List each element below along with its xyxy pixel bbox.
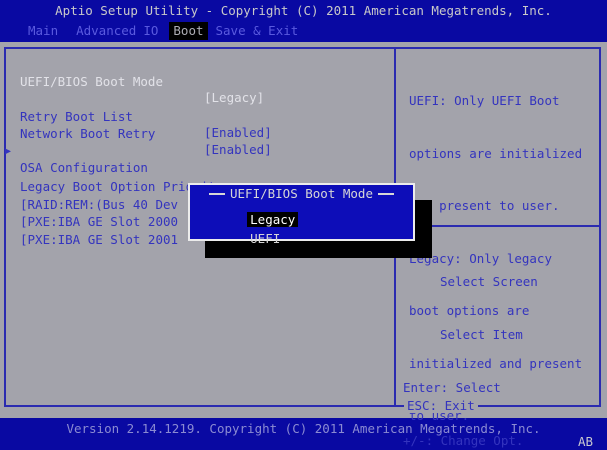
setting-row-network-boot-retry[interactable]: Network Boot Retry [Enabled] bbox=[0, 110, 392, 157]
boot-entry-label: [PXE:IBA GE Slot 2001 bbox=[20, 232, 179, 247]
bios-setup-screen: Aptio Setup Utility - Copyright (C) 2011… bbox=[0, 0, 607, 450]
key-hints-panel: Select Screen Select Item Enter: Select … bbox=[403, 237, 601, 450]
tab-boot[interactable]: Boot bbox=[169, 22, 208, 40]
popup-option-label: UEFI bbox=[250, 231, 281, 246]
popup-title-dash-left bbox=[209, 192, 225, 195]
tab-advanced[interactable]: Advanced bbox=[76, 22, 136, 40]
setting-row-boot-mode[interactable]: UEFI/BIOS Boot Mode [Legacy] bbox=[0, 58, 392, 105]
submenu-arrow-icon: ▶ bbox=[5, 146, 12, 157]
hint-select-screen: Select Screen bbox=[440, 273, 538, 289]
tab-main[interactable]: Main bbox=[28, 22, 58, 40]
hint-select-item: Select Item bbox=[440, 326, 523, 342]
popup-option-legacy[interactable]: Legacy bbox=[202, 196, 299, 227]
setting-value: [Enabled] bbox=[204, 142, 272, 157]
popup-option-uefi[interactable]: UEFI bbox=[205, 215, 280, 246]
tab-save-exit[interactable]: Save & Exit bbox=[216, 22, 299, 40]
menu-bar: Main Advanced IO Boot Save & Exit bbox=[28, 22, 298, 40]
hint-enter-select: Enter: Select bbox=[403, 380, 501, 395]
hint-change-opt: +/-: Change Opt. bbox=[403, 433, 524, 449]
help-line: and present to user. bbox=[409, 198, 560, 213]
hint-esc-exit: ESC: Exit bbox=[404, 399, 478, 413]
tab-io[interactable]: IO bbox=[143, 22, 158, 40]
section-title-legacy-boot-priority: Legacy Boot Option Priority bbox=[0, 163, 392, 194]
popup-title-dash-right bbox=[378, 192, 394, 195]
help-line: options are initialized bbox=[409, 145, 583, 161]
setting-row-retry-boot-list[interactable]: Retry Boot List [Enabled] bbox=[0, 93, 392, 140]
setting-label: UEFI/BIOS Boot Mode bbox=[20, 74, 163, 89]
boot-mode-popup: UEFI/BIOS Boot Mode Legacy UEFI bbox=[188, 183, 415, 246]
setting-row-osa-configuration[interactable]: ▶ OSA Configuration bbox=[0, 128, 392, 175]
help-line: UEFI: Only UEFI Boot bbox=[409, 93, 560, 108]
window-title: Aptio Setup Utility - Copyright (C) 2011… bbox=[55, 3, 552, 18]
